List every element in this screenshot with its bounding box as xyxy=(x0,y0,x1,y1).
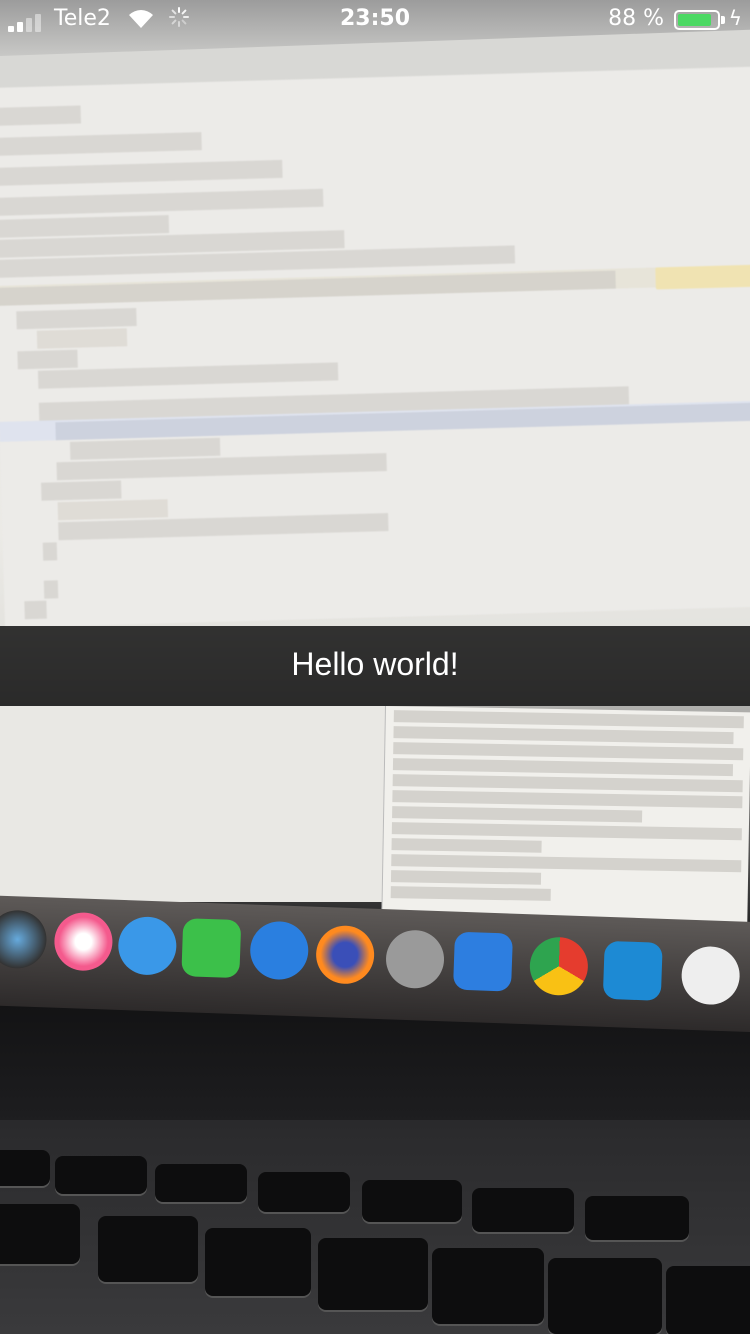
code-editor-photo xyxy=(0,66,750,628)
keyboard-key xyxy=(0,1204,80,1264)
code-line xyxy=(0,159,283,186)
battery-cap xyxy=(721,16,725,24)
battery-level xyxy=(678,14,711,26)
console-line xyxy=(391,838,542,853)
keyboard-key xyxy=(155,1164,247,1202)
console-line xyxy=(392,774,743,793)
code-line xyxy=(0,270,616,306)
laptop-keyboard-photo xyxy=(0,1120,750,1334)
console-line xyxy=(392,790,743,809)
console-line xyxy=(393,726,734,745)
keyboard-key xyxy=(55,1156,147,1194)
keyboard-key xyxy=(98,1216,198,1282)
launchpad-icon xyxy=(385,929,446,990)
code-line xyxy=(43,580,59,599)
chrome-icon xyxy=(528,936,589,997)
code-line xyxy=(69,437,221,460)
keyboard-key xyxy=(205,1228,311,1296)
battery-percent: 88 % xyxy=(608,6,664,31)
code-line xyxy=(17,349,78,370)
code-line xyxy=(37,362,339,389)
facetime-icon xyxy=(181,918,242,979)
code-line xyxy=(42,542,58,561)
keyboard-key xyxy=(318,1238,428,1310)
snap-photo-viewer: Tele2 23:50 88 % ϟ Hello world! xyxy=(0,0,750,1334)
keyboard-key xyxy=(585,1196,689,1240)
code-line xyxy=(16,308,137,330)
keyboard-key xyxy=(666,1266,750,1334)
itunes-icon xyxy=(53,911,114,972)
messages-icon xyxy=(117,915,178,976)
siri-icon xyxy=(0,909,48,970)
debug-area-photo xyxy=(0,706,385,902)
code-line xyxy=(36,328,128,349)
keyboard-key xyxy=(362,1180,462,1222)
console-line xyxy=(391,854,742,873)
keyboard-key xyxy=(0,1150,50,1186)
code-line xyxy=(0,105,82,126)
warning-badge-photo xyxy=(655,264,750,290)
keyboard-key xyxy=(258,1172,350,1212)
console-line xyxy=(390,886,551,901)
status-bar: Tele2 23:50 88 % ϟ xyxy=(0,0,750,40)
code-line xyxy=(24,600,47,620)
code-line xyxy=(41,480,122,501)
app-store-icon xyxy=(249,920,310,981)
console-line xyxy=(392,806,643,823)
brackets-icon xyxy=(602,940,663,1001)
code-line xyxy=(0,132,202,156)
battery-icon xyxy=(674,10,720,30)
console-line xyxy=(391,822,742,841)
charging-bolt-icon: ϟ xyxy=(728,6,742,30)
console-line xyxy=(393,742,744,761)
xcode-icon xyxy=(452,931,513,992)
code-line xyxy=(0,188,324,216)
github-desktop-icon xyxy=(680,945,741,1006)
console-line xyxy=(392,758,734,777)
code-line xyxy=(0,215,170,238)
console-line xyxy=(390,870,542,885)
keyboard-key xyxy=(548,1258,662,1334)
console-line xyxy=(393,710,744,729)
caption-text: Hello world! xyxy=(291,646,459,682)
keyboard-key xyxy=(432,1248,544,1324)
console-output-photo xyxy=(381,706,750,923)
code-line xyxy=(57,499,169,521)
keyboard-key xyxy=(472,1188,574,1232)
firefox-icon xyxy=(315,924,376,985)
snap-caption-bar: Hello world! xyxy=(0,626,750,706)
